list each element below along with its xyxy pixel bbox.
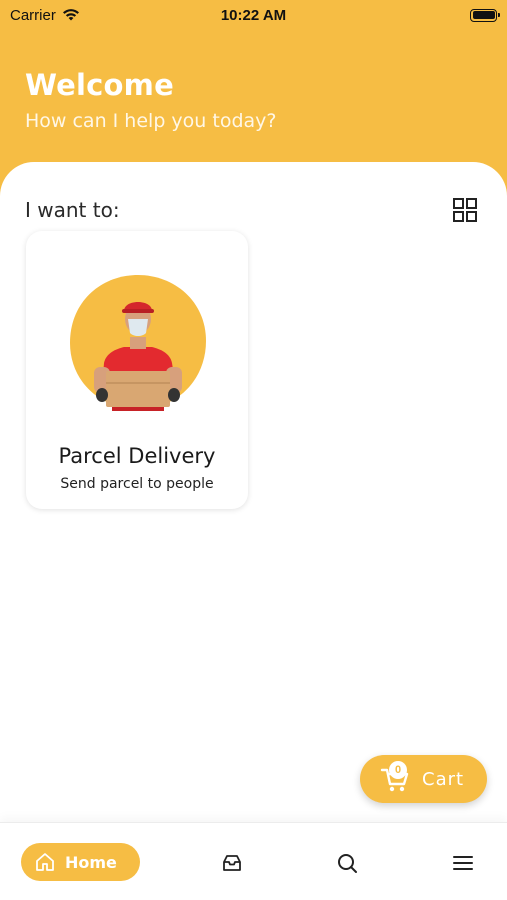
header: Welcome How can I help you today?	[25, 68, 276, 132]
cart-count-badge: 0	[389, 761, 407, 779]
battery-icon	[470, 8, 500, 22]
carrier-label: Carrier	[10, 6, 56, 24]
cart-button[interactable]: 0 Cart	[360, 755, 487, 803]
search-icon[interactable]	[336, 852, 358, 874]
service-title: Parcel Delivery	[58, 444, 216, 468]
delivery-person-illustration	[70, 275, 206, 411]
cart-icon: 0	[380, 761, 410, 794]
wifi-icon	[62, 9, 79, 21]
page-subtitle: How can I help you today?	[25, 110, 277, 132]
home-icon	[36, 853, 54, 871]
inbox-icon[interactable]	[221, 852, 243, 874]
page-title: Welcome	[25, 68, 174, 102]
status-time: 10:22 AM	[220, 6, 287, 24]
nav-home-label: Home	[65, 852, 117, 872]
status-right	[357, 8, 500, 22]
status-left: Carrier	[10, 7, 150, 24]
bottom-nav: Home	[0, 822, 507, 900]
section-title: I want to:	[25, 198, 120, 222]
grid-view-icon[interactable]	[452, 197, 478, 223]
nav-item-home[interactable]: Home	[21, 843, 140, 881]
cart-label: Cart	[422, 768, 465, 790]
menu-icon[interactable]	[452, 852, 474, 874]
service-card-parcel-delivery[interactable]: Parcel Delivery Send parcel to people	[26, 231, 248, 509]
service-subtitle: Send parcel to people	[60, 476, 214, 492]
status-bar: Carrier 10:22 AM	[0, 0, 507, 30]
